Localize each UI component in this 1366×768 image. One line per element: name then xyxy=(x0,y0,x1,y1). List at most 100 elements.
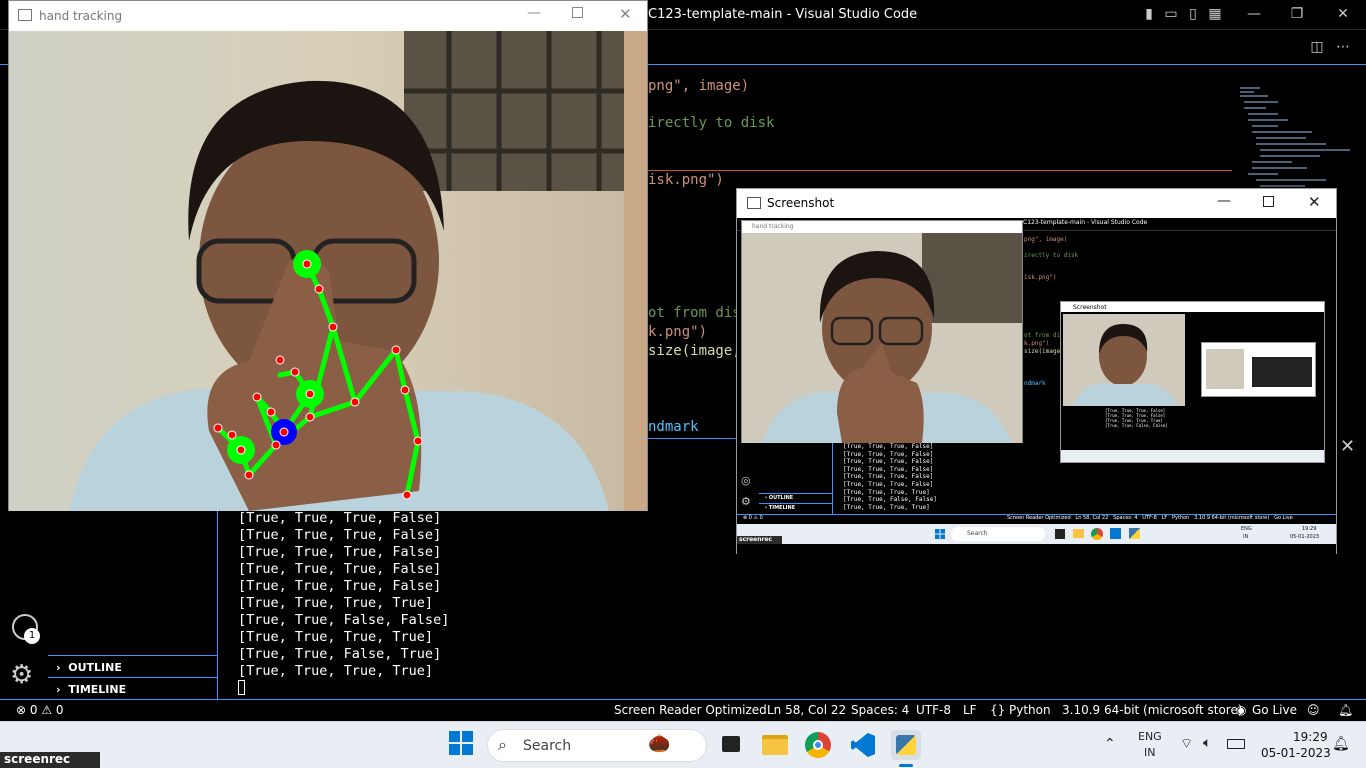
minimize-icon[interactable]: — xyxy=(527,5,541,21)
screenrec-watermark: screenrec xyxy=(0,752,100,768)
screenshot-image: C123-template-main - Visual Studio Code … xyxy=(737,218,1336,554)
timeline-label: TIMELINE xyxy=(68,683,127,696)
clock-date: 05-01-2023 xyxy=(1261,746,1331,760)
terminal-line: [True, True, True, False] xyxy=(238,527,442,543)
nested-hand-title: hand tracking xyxy=(752,223,794,230)
settings-gear-icon[interactable]: ⚙ xyxy=(10,660,33,690)
cursor-position[interactable]: Ln 58, Col 22 xyxy=(767,703,846,717)
toggle-panel-icon[interactable]: ▭ xyxy=(1162,6,1180,22)
nested-thumb-cam xyxy=(1063,314,1185,406)
terminal-line: [True, True, True, False] xyxy=(238,561,442,577)
nested-screenrec: screenrec xyxy=(737,536,782,544)
more-actions-icon[interactable]: ⋯ xyxy=(1334,39,1352,55)
timeline-section[interactable]: › TIMELINE xyxy=(48,677,217,699)
code-line: isk.png") xyxy=(648,172,724,188)
nested-terminal-line: [True, True, True, True] xyxy=(843,503,930,511)
nested-accounts-icon: ◎ xyxy=(741,474,751,487)
language-indicator[interactable]: ENG xyxy=(1138,730,1162,743)
hand-tracking-window[interactable]: hand tracking — ✕ xyxy=(8,0,648,511)
windows-taskbar: ⌕ Search 🌰 ⌃ ENG IN ⌔ 🔈︎ 19:29 05-01-202… xyxy=(0,721,1366,768)
file-explorer-icon[interactable] xyxy=(760,730,790,760)
screenshot-window[interactable]: Screenshot — ✕ C123-template-main - Visu… xyxy=(736,188,1337,554)
code-line: k.png") xyxy=(648,324,708,340)
toggle-primary-sidebar-icon[interactable]: ▮ xyxy=(1140,6,1158,22)
indentation-status[interactable]: Spaces: 4 xyxy=(851,703,909,717)
highlight-line xyxy=(640,170,1232,171)
eol-status[interactable]: LF xyxy=(963,703,977,717)
customize-layout-icon[interactable]: ▦ xyxy=(1206,6,1224,22)
nested-vscode-title: C123-template-main - Visual Studio Code xyxy=(1023,219,1148,226)
screenshot-title-bar[interactable]: Screenshot — ✕ xyxy=(737,189,1336,217)
nested-terminal-line: [True, True, True, False] xyxy=(843,450,934,458)
terminal-line: [True, True, False, True] xyxy=(238,646,442,662)
minimize-icon[interactable]: — xyxy=(1217,193,1231,209)
close-icon[interactable]: ✕ xyxy=(619,5,632,23)
code-line: png", image) xyxy=(648,78,750,94)
go-live-button[interactable]: Go Live xyxy=(1252,703,1297,717)
terminal-line: [True, True, True, True] xyxy=(238,663,434,679)
language-mode[interactable]: Python xyxy=(1009,703,1051,717)
close-panel-icon[interactable]: ✕ xyxy=(1340,436,1355,457)
nested-terminal-line: [True, True, True, False] xyxy=(843,465,934,473)
broadcast-icon: ◉ xyxy=(1236,703,1247,717)
screen-reader-status[interactable]: Screen Reader Optimized xyxy=(614,703,767,717)
maximize-icon[interactable] xyxy=(1263,196,1274,207)
nested-terminal-line: [True, True, True, False] xyxy=(843,480,934,488)
nested-outline: › OUTLINE xyxy=(759,493,833,503)
clock-time[interactable]: 19:29 xyxy=(1293,730,1328,744)
terminal-line: [True, True, True, False] xyxy=(238,578,442,594)
accounts-badge: 1 xyxy=(24,628,40,644)
terminal-line: [True, True, True, True] xyxy=(238,629,434,645)
nested-terminal-output: [True, True, True, False] [True, True, Tr… xyxy=(843,443,937,511)
chrome-icon[interactable] xyxy=(803,730,833,760)
terminal-line: [True, True, True, False] xyxy=(238,544,442,560)
taskbar-search[interactable]: ⌕ Search 🌰 xyxy=(487,729,707,762)
nested-terminal-line: [True, True, True, True] xyxy=(843,488,930,496)
nested-screenshot-title: Screenshot xyxy=(1073,304,1107,311)
nested-status-bar: ⊗ 0 ⚠ 0 Screen Reader Optimized Ln 58, C… xyxy=(737,514,1336,523)
problems-indicator[interactable]: ⊗ 0 ⚠ 0 xyxy=(16,703,64,717)
vscode-taskbar-icon[interactable] xyxy=(848,730,878,760)
code-comment: ot from disk xyxy=(648,305,750,321)
code-line: size(image, xyxy=(648,343,741,359)
close-icon[interactable]: ✕ xyxy=(1308,193,1321,211)
outline-section[interactable]: › OUTLINE xyxy=(48,655,217,677)
nested-timeline: › TIMELINE xyxy=(759,503,833,513)
close-icon[interactable]: ✕ xyxy=(1334,6,1352,22)
chevron-right-icon: › xyxy=(56,683,61,696)
wifi-icon[interactable]: ⌔ xyxy=(1180,735,1193,753)
restore-icon[interactable]: ❐ xyxy=(1288,6,1306,22)
split-editor-icon[interactable]: ◫ xyxy=(1308,39,1326,55)
notifications-bell-icon[interactable]: 🔔︎ xyxy=(1338,703,1353,717)
status-bar: ⊗ 0 ⚠ 0 Screen Reader Optimized Ln 58, C… xyxy=(0,699,1366,721)
feedback-icon[interactable]: ☺ xyxy=(1307,703,1320,717)
activity-bar: 1 ⚙ xyxy=(0,510,48,700)
notification-icon[interactable]: 🔔︎ xyxy=(1332,736,1350,752)
nested-terminal-line: [True, True, True, False] xyxy=(843,443,934,450)
search-icon: ⌕ xyxy=(498,735,507,754)
encoding-status[interactable]: UTF-8 xyxy=(916,703,951,717)
toggle-secondary-sidebar-icon[interactable]: ▯ xyxy=(1184,6,1202,22)
code-comment: irectly to disk xyxy=(648,115,775,131)
chevron-right-icon: › xyxy=(56,661,61,674)
nested-thumb-terminal: [True, True, True, False] [True, True, Tr… xyxy=(1105,408,1168,428)
region-indicator: IN xyxy=(1144,746,1156,759)
maximize-icon[interactable] xyxy=(572,7,583,18)
search-highlight-icon: 🌰 xyxy=(648,733,671,754)
terminal-output[interactable]: [True, True, True, False] [True, True, Tr… xyxy=(238,510,449,680)
window-app-icon xyxy=(747,197,761,209)
outline-label: OUTLINE xyxy=(68,661,122,674)
python-app-icon[interactable] xyxy=(891,730,921,760)
screenshot-title: Screenshot xyxy=(767,196,835,210)
nested-terminal-line: [True, True, True, False] xyxy=(843,458,934,466)
python-interpreter[interactable]: 3.10.9 64-bit (microsoft store) xyxy=(1062,703,1243,717)
battery-icon[interactable] xyxy=(1227,739,1245,749)
terminal-line: [True, True, True, False] xyxy=(238,510,442,526)
minimize-icon[interactable]: — xyxy=(1245,6,1263,22)
volume-icon[interactable]: 🔈︎ xyxy=(1203,735,1211,751)
chevron-up-icon[interactable]: ⌃ xyxy=(1104,736,1116,752)
active-app-indicator xyxy=(899,764,913,767)
task-view-icon[interactable] xyxy=(716,730,746,760)
start-button[interactable] xyxy=(448,730,478,760)
hand-tracking-title-bar[interactable]: hand tracking — ✕ xyxy=(9,1,647,31)
